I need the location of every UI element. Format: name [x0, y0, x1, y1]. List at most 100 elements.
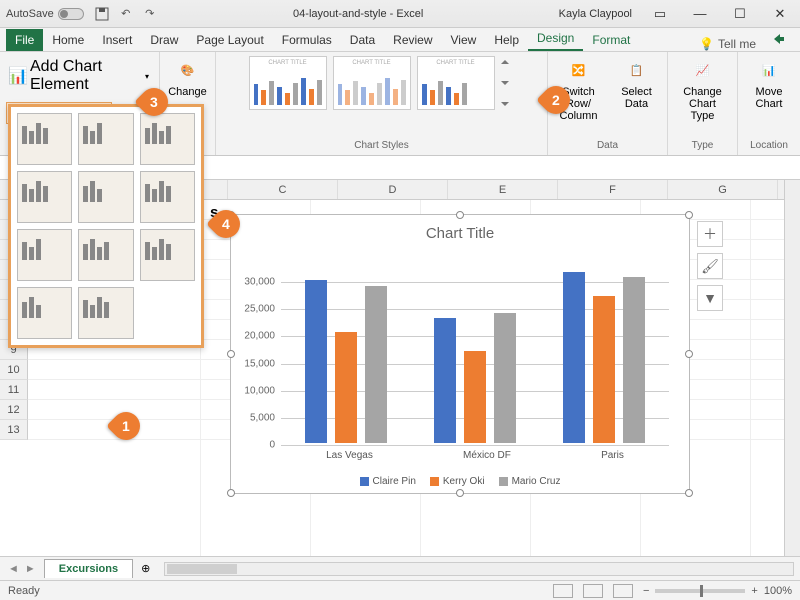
tab-nav-next[interactable]: ►	[25, 563, 36, 575]
quick-layout-10[interactable]	[17, 287, 72, 339]
zoom-slider[interactable]	[655, 589, 745, 593]
change-chart-type-button[interactable]: 📈 Change Chart Type	[677, 56, 729, 122]
resize-handle[interactable]	[685, 489, 693, 497]
tab-page-layout[interactable]: Page Layout	[187, 29, 272, 51]
view-page-layout-icon[interactable]	[583, 584, 603, 598]
tab-review[interactable]: Review	[384, 29, 441, 51]
tab-design[interactable]: Design	[528, 27, 583, 51]
bar[interactable]	[305, 280, 327, 443]
bar[interactable]	[563, 272, 585, 443]
chart-styles-button[interactable]: 🖌	[697, 253, 723, 279]
bar[interactable]	[593, 296, 615, 443]
quick-layout-3[interactable]	[140, 113, 195, 165]
bar[interactable]	[464, 351, 486, 443]
col-header-e[interactable]: E	[448, 180, 558, 199]
save-icon[interactable]	[94, 6, 110, 22]
switch-icon: 🔀	[563, 56, 595, 84]
new-sheet-button[interactable]: ⊕	[133, 562, 158, 575]
bar[interactable]	[365, 286, 387, 443]
col-header-c[interactable]: C	[228, 180, 338, 199]
select-data-button[interactable]: 📋 Select Data	[611, 56, 663, 110]
resize-handle[interactable]	[685, 211, 693, 219]
change-colors-button[interactable]: 🎨 Change	[162, 56, 214, 98]
horizontal-scrollbar[interactable]	[164, 562, 794, 576]
zoom-out-button[interactable]: −	[643, 585, 649, 597]
user-name[interactable]: Kayla Claypool	[559, 8, 632, 20]
quick-layout-9[interactable]	[140, 229, 195, 281]
tab-file[interactable]: File	[6, 29, 43, 51]
minimize-button[interactable]: —	[680, 0, 720, 28]
y-tick-label: 25,000	[244, 304, 275, 315]
row-header[interactable]: 10	[0, 360, 28, 380]
col-header-g[interactable]: G	[668, 180, 778, 199]
tab-nav-prev[interactable]: ◄	[8, 563, 19, 575]
quick-layout-8[interactable]	[78, 229, 133, 281]
resize-handle[interactable]	[227, 350, 235, 358]
formula-input[interactable]	[174, 156, 800, 179]
undo-icon[interactable]: ↶	[118, 6, 134, 22]
tab-insert[interactable]: Insert	[93, 29, 141, 51]
quick-layout-gallery[interactable]	[8, 104, 204, 348]
bar[interactable]	[335, 332, 357, 443]
tab-data[interactable]: Data	[341, 29, 384, 51]
row-header[interactable]: 12	[0, 400, 28, 420]
zoom-level[interactable]: 100%	[764, 585, 792, 597]
legend-item[interactable]: Mario Cruz	[499, 476, 561, 487]
tab-draw[interactable]: Draw	[141, 29, 187, 51]
quick-layout-6[interactable]	[140, 171, 195, 223]
col-header-d[interactable]: D	[338, 180, 448, 199]
row-header[interactable]: 11	[0, 380, 28, 400]
tell-me[interactable]: 💡 Tell me	[691, 37, 764, 51]
status-bar: Ready − + 100%	[0, 580, 800, 600]
quick-layout-11[interactable]	[78, 287, 133, 339]
close-button[interactable]: ✕	[760, 0, 800, 28]
quick-layout-1[interactable]	[17, 113, 72, 165]
maximize-button[interactable]: ☐	[720, 0, 760, 28]
ribbon-tabs: File Home Insert Draw Page Layout Formul…	[0, 28, 800, 52]
chart-style-2[interactable]: CHART TITLE	[333, 56, 411, 110]
funnel-icon: ▼	[703, 290, 717, 306]
group-type: Type	[692, 138, 714, 151]
tab-help[interactable]: Help	[485, 29, 528, 51]
vertical-scrollbar[interactable]	[784, 180, 800, 556]
chart-type-icon: 📈	[687, 56, 719, 84]
quick-layout-5[interactable]	[78, 171, 133, 223]
resize-handle[interactable]	[685, 350, 693, 358]
view-normal-icon[interactable]	[553, 584, 573, 598]
row-header[interactable]: 13	[0, 420, 28, 440]
resize-handle[interactable]	[456, 211, 464, 219]
quick-layout-4[interactable]	[17, 171, 72, 223]
tab-format[interactable]: Format	[583, 29, 639, 51]
tab-view[interactable]: View	[442, 29, 486, 51]
group-chart-styles: Chart Styles	[354, 138, 408, 151]
ribbon-display-icon[interactable]: ▭	[640, 0, 680, 28]
move-chart-button[interactable]: 📊 Move Chart	[743, 56, 795, 110]
chart-elements-button[interactable]: ＋	[697, 221, 723, 247]
tab-formulas[interactable]: Formulas	[273, 29, 341, 51]
legend-item[interactable]: Claire Pin	[360, 476, 416, 487]
palette-icon: 🎨	[172, 56, 204, 84]
redo-icon[interactable]: ↷	[142, 6, 158, 22]
bar[interactable]	[434, 318, 456, 443]
bar[interactable]	[623, 277, 645, 443]
quick-layout-7[interactable]	[17, 229, 72, 281]
chart-filter-button[interactable]: ▼	[697, 285, 723, 311]
embedded-chart[interactable]: Chart Title 05,00010,00015,00020,00025,0…	[230, 214, 690, 494]
quick-layout-2[interactable]	[78, 113, 133, 165]
chart-style-3[interactable]: CHART TITLE	[417, 56, 495, 110]
resize-handle[interactable]	[456, 489, 464, 497]
sheet-tab-excursions[interactable]: Excursions	[44, 559, 133, 578]
zoom-in-button[interactable]: +	[751, 585, 757, 597]
view-page-break-icon[interactable]	[613, 584, 633, 598]
bar[interactable]	[494, 313, 516, 443]
col-header-f[interactable]: F	[558, 180, 668, 199]
tab-home[interactable]: Home	[43, 29, 93, 51]
add-chart-element-button[interactable]: 📊 Add Chart Element ▾	[6, 56, 153, 96]
chart-title[interactable]: Chart Title	[231, 215, 689, 242]
autosave-toggle[interactable]	[58, 8, 84, 20]
resize-handle[interactable]	[227, 489, 235, 497]
share-button[interactable]	[764, 27, 794, 51]
legend-item[interactable]: Kerry Oki	[430, 476, 485, 487]
chart-style-1[interactable]: CHART TITLE	[249, 56, 327, 110]
chart-styles-more[interactable]	[501, 56, 515, 110]
